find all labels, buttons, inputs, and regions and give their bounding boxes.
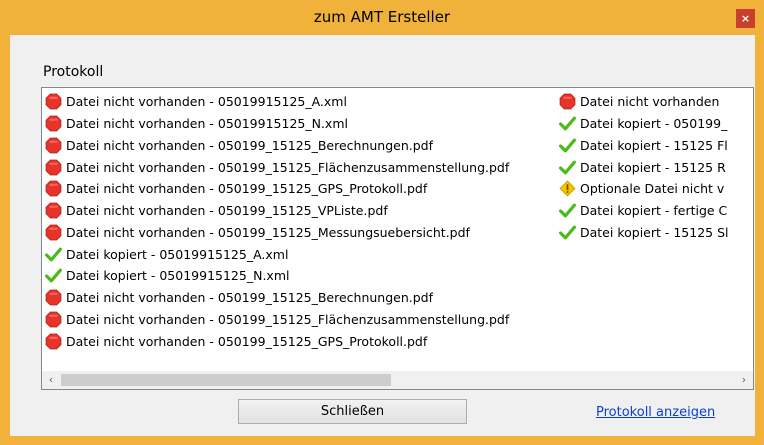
protokoll-anzeigen-link[interactable]: Protokoll anzeigen — [596, 405, 715, 420]
log-entry-text: Optionale Datei nicht v — [580, 181, 725, 197]
error-stop-icon — [45, 137, 66, 154]
checkmark-icon — [559, 202, 580, 219]
log-entry[interactable]: Datei kopiert - 05019915125_A.xml — [45, 243, 509, 265]
log-entry[interactable]: Datei nicht vorhanden - 050199_15125_Flä… — [45, 309, 509, 331]
log-entry[interactable]: Datei nicht vorhanden - 050199_15125_Ber… — [45, 287, 509, 309]
log-entry[interactable]: Datei nicht vorhanden - 050199_15125_Ber… — [45, 135, 509, 157]
error-stop-icon — [45, 224, 66, 241]
log-entry-text: Datei nicht vorhanden - 050199_15125_VPL… — [66, 203, 388, 219]
log-entry[interactable]: Datei nicht vorhanden - 050199_15125_VPL… — [45, 200, 509, 222]
error-stop-icon — [45, 311, 66, 328]
log-entry[interactable]: Datei kopiert - 15125 Fl — [559, 135, 749, 157]
log-entry-text: Datei nicht vorhanden — [580, 94, 720, 110]
log-entry-text: Datei nicht vorhanden - 050199_15125_GPS… — [66, 333, 428, 349]
dialog-window: zum AMT Ersteller × Protokoll Datei nich… — [0, 0, 764, 445]
log-entry-text: Datei kopiert - 15125 Sl — [580, 224, 729, 240]
error-stop-icon — [45, 115, 66, 132]
scrollbar-thumb[interactable] — [61, 374, 391, 386]
log-entry[interactable]: Datei nicht vorhanden - 050199_15125_Flä… — [45, 156, 509, 178]
protokoll-label: Protokoll — [43, 64, 104, 80]
error-stop-icon — [45, 289, 66, 306]
log-entry[interactable]: Datei nicht vorhanden - 05019915125_A.xm… — [45, 91, 509, 113]
checkmark-icon — [45, 267, 66, 284]
title-bar[interactable]: zum AMT Ersteller × — [1, 1, 763, 35]
window-title: zum AMT Ersteller — [313, 8, 451, 26]
log-entry[interactable]: Datei kopiert - 15125 R — [559, 156, 749, 178]
error-stop-icon — [45, 180, 66, 197]
log-entry[interactable]: Optionale Datei nicht v — [559, 178, 749, 200]
log-entry[interactable]: Datei nicht vorhanden - 050199_15125_Mes… — [45, 222, 509, 244]
checkmark-icon — [559, 224, 580, 241]
log-entry[interactable]: Datei kopiert - fertige C — [559, 200, 749, 222]
log-entry[interactable]: Datei nicht vorhanden - 050199_15125_GPS… — [45, 330, 509, 352]
log-column-left: Datei nicht vorhanden - 05019915125_A.xm… — [45, 91, 509, 352]
log-entry[interactable]: Datei kopiert - 15125 Sl — [559, 222, 749, 244]
error-stop-icon — [45, 93, 66, 110]
log-entry[interactable]: Datei nicht vorhanden — [559, 91, 749, 113]
log-entry-text: Datei nicht vorhanden - 050199_15125_Ber… — [66, 290, 434, 306]
log-entry-text: Datei kopiert - fertige C — [580, 203, 728, 219]
log-entry-text: Datei nicht vorhanden - 05019915125_N.xm… — [66, 116, 348, 132]
log-entry-text: Datei nicht vorhanden - 050199_15125_Flä… — [66, 311, 510, 327]
error-stop-icon — [559, 93, 580, 110]
schliessen-button[interactable]: Schließen — [238, 399, 467, 424]
log-entry[interactable]: Datei kopiert - 050199_ — [559, 113, 749, 135]
error-stop-icon — [45, 202, 66, 219]
checkmark-icon — [45, 246, 66, 263]
log-entry[interactable]: Datei kopiert - 05019915125_N.xml — [45, 265, 509, 287]
close-window-button[interactable]: × — [736, 9, 755, 28]
log-entry-text: Datei kopiert - 15125 Fl — [580, 137, 728, 153]
warning-icon — [559, 180, 580, 197]
log-entry-text: Datei nicht vorhanden - 050199_15125_Mes… — [66, 224, 470, 240]
error-stop-icon — [45, 159, 66, 176]
log-entry-text: Datei nicht vorhanden - 050199_15125_GPS… — [66, 181, 428, 197]
log-entry-text: Datei nicht vorhanden - 05019915125_A.xm… — [66, 94, 347, 110]
checkmark-icon — [559, 159, 580, 176]
protokoll-list[interactable]: Datei nicht vorhanden - 05019915125_A.xm… — [41, 87, 754, 390]
scroll-right-arrow[interactable]: › — [735, 371, 753, 389]
horizontal-scrollbar[interactable]: ‹ › — [42, 371, 753, 389]
checkmark-icon — [559, 137, 580, 154]
log-column-right: Datei nicht vorhanden Datei kopiert - 050… — [559, 91, 749, 243]
log-entry[interactable]: Datei nicht vorhanden - 050199_15125_GPS… — [45, 178, 509, 200]
log-entry-text: Datei nicht vorhanden - 050199_15125_Ber… — [66, 137, 434, 153]
log-entry-text: Datei nicht vorhanden - 050199_15125_Flä… — [66, 159, 510, 175]
dialog-body: Protokoll Datei nicht vorhanden - 050199… — [10, 35, 755, 436]
log-entry-text: Datei kopiert - 05019915125_A.xml — [66, 246, 289, 262]
log-entry-text: Datei kopiert - 05019915125_N.xml — [66, 268, 290, 284]
checkmark-icon — [559, 115, 580, 132]
log-entry-text: Datei kopiert - 050199_ — [580, 116, 728, 132]
log-entry-text: Datei kopiert - 15125 R — [580, 159, 726, 175]
scroll-left-arrow[interactable]: ‹ — [42, 371, 60, 389]
error-stop-icon — [45, 333, 66, 350]
log-entry[interactable]: Datei nicht vorhanden - 05019915125_N.xm… — [45, 113, 509, 135]
